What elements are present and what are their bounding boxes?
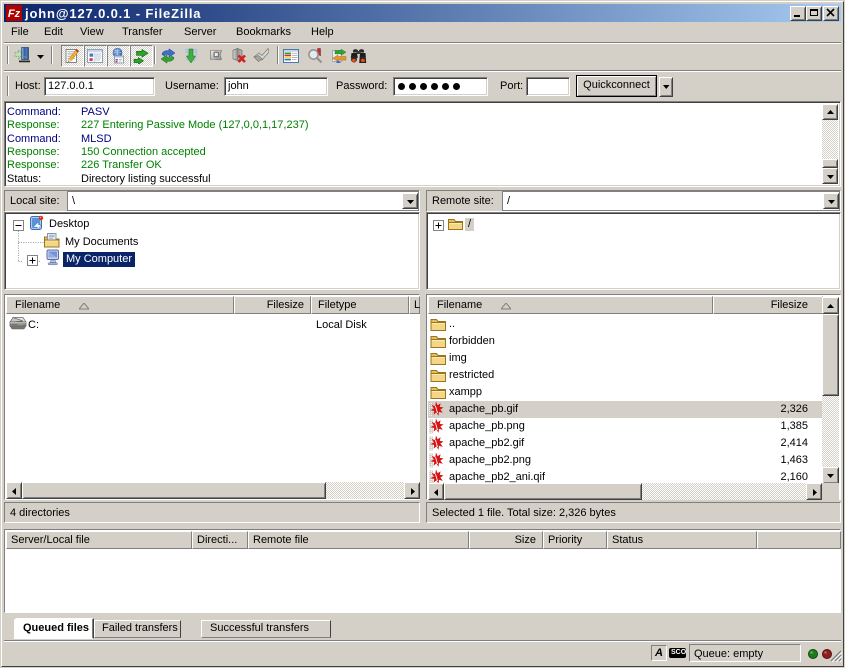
svg-text:Fz: Fz [8, 8, 21, 20]
